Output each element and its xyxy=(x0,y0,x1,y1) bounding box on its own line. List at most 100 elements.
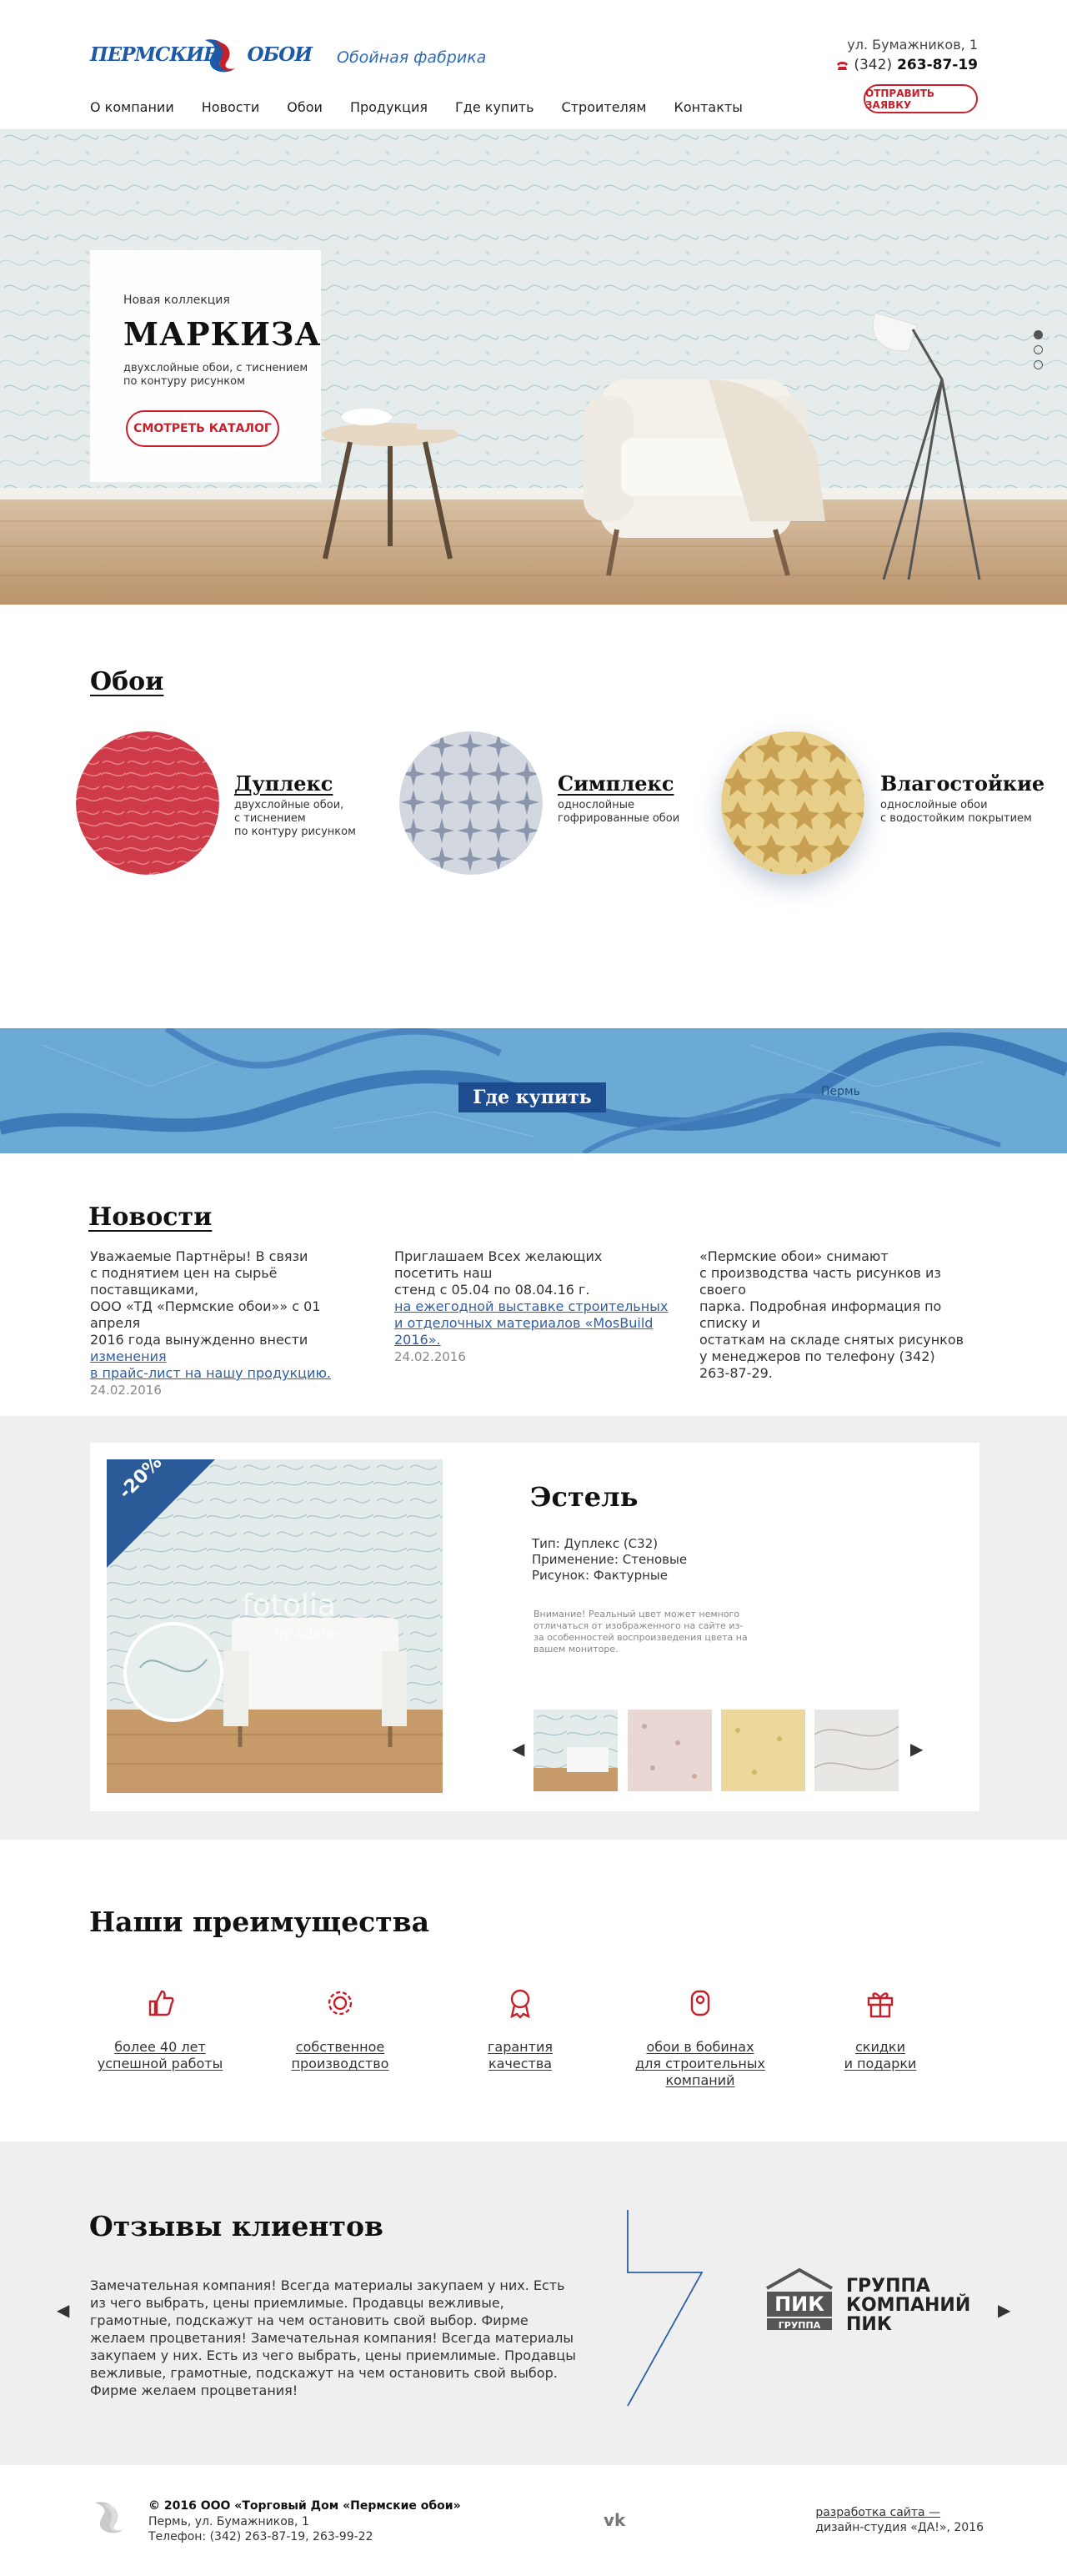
simplex-description: однослойные гофрированные обои xyxy=(558,799,679,826)
footer-logo-icon xyxy=(95,2502,123,2533)
news-line: у менеджеров по телефону (342) xyxy=(699,1348,935,1364)
moisture-resistant-title[interactable]: Влагостойкие xyxy=(880,771,1044,796)
logo-wave-icon xyxy=(205,39,235,73)
advantage-line: для строительных xyxy=(635,2056,765,2071)
advantage-line: качества xyxy=(488,2056,553,2071)
product-thumbnail[interactable] xyxy=(534,1710,618,1791)
thumbs-up-icon xyxy=(148,1990,174,2016)
logo-word-2: ОБОИ xyxy=(247,43,313,66)
advantage-discounts[interactable]: скидки и подарки xyxy=(805,1986,955,2072)
advantage-quality[interactable]: гарантия качества xyxy=(445,1986,595,2072)
news-item[interactable]: Уважаемые Партнёры! В связи с поднятием … xyxy=(90,1248,365,1398)
view-catalog-button[interactable]: СМОТРЕТЬ КАТАЛОГ xyxy=(126,410,279,447)
header-phone[interactable]: (342) 263-87-19 xyxy=(836,57,978,73)
pik-logo-text: ПИК xyxy=(774,2292,824,2316)
news-link[interactable]: изменения xyxy=(90,1348,167,1364)
desc-line: двухслойные обои, xyxy=(234,799,344,811)
reviews-next-arrow-icon[interactable]: ▶ xyxy=(998,2300,1010,2320)
review-text: Замечательная компания! Всегда материалы… xyxy=(90,2277,576,2398)
roll-icon xyxy=(690,1990,710,2016)
nav-news[interactable]: Новости xyxy=(202,99,260,115)
product-title: Эстель xyxy=(530,1481,639,1513)
tagline: Обойная фабрика xyxy=(337,48,487,67)
phone-code: (342) xyxy=(854,57,893,73)
news-item[interactable]: «Пермские обои» снимают с производства ч… xyxy=(699,1248,974,1382)
duplex-title[interactable]: Дуплекс xyxy=(234,771,333,796)
pik-logo-subtext: ГРУППА xyxy=(779,2320,821,2331)
news-line: 2016 года вынужденно внести xyxy=(90,1332,308,1348)
slider-dot-active[interactable] xyxy=(1034,330,1043,339)
moisture-resistant-swatch[interactable] xyxy=(721,731,864,875)
news-date: 24.02.2016 xyxy=(394,1349,466,1364)
client-name-line: ПИК xyxy=(846,2314,892,2335)
simplex-swatch[interactable] xyxy=(399,731,543,875)
client-logo-pik: ПИК ГРУППА xyxy=(766,2268,833,2331)
desc-line: по контуру рисунком xyxy=(234,826,356,838)
advantage-line: успешной работы xyxy=(97,2056,223,2071)
advantage-rolls[interactable]: обои в бобинах для строительных компаний xyxy=(625,1986,775,2089)
duplex-description: двухслойные обои, с тиснением по контуру… xyxy=(234,799,356,839)
news-line: ООО «ТД «Пермские обои»» с 01 апреля xyxy=(90,1298,321,1331)
desc-line: гофрированные обои xyxy=(558,812,680,825)
product-thumbnail[interactable] xyxy=(628,1710,712,1791)
phone-number: 263-87-19 xyxy=(897,57,978,73)
thumbs-next-arrow-icon[interactable]: ▶ xyxy=(910,1739,923,1759)
reviews-prev-arrow-icon[interactable]: ◀ xyxy=(57,2300,69,2320)
thumbs-prev-arrow-icon[interactable]: ◀ xyxy=(512,1739,524,1759)
news-link[interactable]: на ежегодной выставке строительных xyxy=(394,1298,669,1315)
news-line: стенд с 05.04 по 08.04.16 г. xyxy=(394,1282,590,1298)
hero-desc-line: по контуру рисунком xyxy=(123,375,245,388)
duplex-swatch[interactable] xyxy=(76,731,219,875)
nav-about[interactable]: О компании xyxy=(90,99,174,115)
nav-products[interactable]: Продукция xyxy=(350,99,428,115)
hero-desc-line: двухслойные обои, с тиснением xyxy=(123,362,308,374)
nav-builders[interactable]: Строителям xyxy=(562,99,647,115)
send-request-button[interactable]: ОТПРАВИТЬ ЗАЯВКУ xyxy=(864,84,978,113)
nav-wallpapers[interactable]: Обои xyxy=(287,99,323,115)
news-date: 24.02.2016 xyxy=(90,1383,162,1398)
product-thumbnail[interactable] xyxy=(814,1710,899,1791)
color-disclaimer: Внимание! Реальный цвет может немного от… xyxy=(534,1609,748,1655)
desc-line: однослойные xyxy=(558,799,635,811)
spec-type: Тип: Дуплекс (С32) xyxy=(532,1536,659,1551)
footer-phones: Телефон: (342) 263-87-19, 263-99-22 xyxy=(148,2530,373,2543)
news-line: остаткам на складе снятых рисунков xyxy=(699,1332,964,1348)
news-item[interactable]: Приглашаем Всех желающих посетить наш ст… xyxy=(394,1248,669,1365)
product-thumbnail[interactable] xyxy=(721,1710,805,1791)
reviews-heading: Отзывы клиентов xyxy=(89,2210,383,2242)
hero-title: МАРКИЗА xyxy=(123,315,322,353)
advantage-line: обои в бобинах xyxy=(646,2039,754,2055)
client-name: ГРУППА КОМПАНИЙ ПИК xyxy=(846,2277,970,2334)
advantage-line: компаний xyxy=(665,2072,735,2088)
advantage-line: и подарки xyxy=(844,2056,917,2071)
advantage-line: скидки xyxy=(855,2039,905,2055)
news-line: парка. Подробная информация по списку и xyxy=(699,1298,942,1331)
slider-dot[interactable] xyxy=(1034,360,1043,369)
slider-dot[interactable] xyxy=(1034,345,1043,354)
news-link[interactable]: и отделочных материалов «MosBuild 2016». xyxy=(394,1315,669,1348)
news-line: Приглашаем Всех желающих посетить наш xyxy=(394,1248,603,1281)
client-name-line: КОМПАНИЙ xyxy=(846,2295,971,2316)
news-line: «Пермские обои» снимают xyxy=(699,1248,889,1264)
wallpapers-heading: Обои xyxy=(90,667,164,696)
vk-icon[interactable]: vk xyxy=(604,2510,625,2530)
desc-line: однослойные обои xyxy=(880,799,988,811)
advantage-own-production[interactable]: собственное производство xyxy=(265,1986,415,2072)
spec-pattern: Рисунок: Фактурные xyxy=(532,1568,668,1583)
where-to-buy-button[interactable]: Где купить xyxy=(458,1082,606,1112)
advantage-experience[interactable]: более 40 лет успешной работы xyxy=(85,1986,235,2072)
advantage-line: производство xyxy=(291,2056,389,2071)
advantage-line: гарантия xyxy=(488,2039,553,2055)
footer-copyright: © 2016 ООО «Торговый Дом «Пермские обои» xyxy=(148,2499,461,2513)
news-line: с поднятием цен на сырьё поставщиками, xyxy=(90,1265,278,1298)
nav-where-to-buy[interactable]: Где купить xyxy=(455,99,534,115)
simplex-title[interactable]: Симплекс xyxy=(558,771,674,796)
news-link[interactable]: в прайс-лист на нашу продукцию. xyxy=(90,1365,365,1382)
developer-link[interactable]: разработка сайта — xyxy=(815,2505,984,2520)
gear-icon xyxy=(328,1991,353,2016)
advantage-line: более 40 лет xyxy=(114,2039,206,2055)
developer-credit[interactable]: разработка сайта — дизайн-студия «ДА!», … xyxy=(815,2505,984,2535)
watermark-subtext: by Adobe xyxy=(275,1626,338,1642)
nav-contacts[interactable]: Контакты xyxy=(674,99,742,115)
product-specs: Тип: Дуплекс (С32) Применение: Стеновые … xyxy=(532,1536,687,1584)
